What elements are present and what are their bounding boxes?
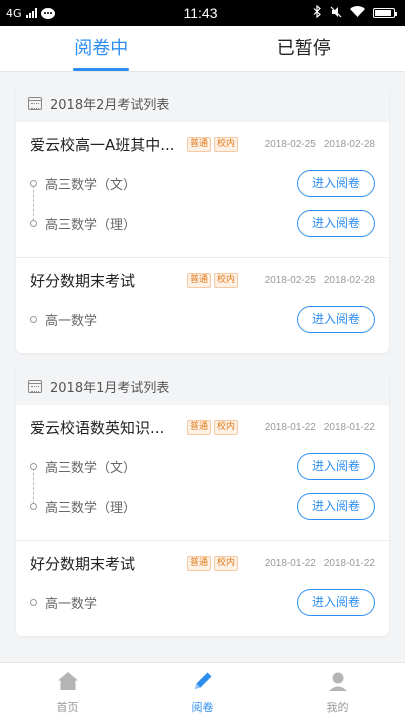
network-type: 4G (6, 6, 22, 20)
enter-grading-button[interactable]: 进入阅卷 (297, 452, 375, 480)
group-title: 2018年1月考试列表 (50, 380, 170, 396)
nav-label: 我的 (326, 700, 349, 714)
exam-title: 好分数期末考试 (30, 555, 136, 573)
exam-title: 好分数期末考试 (30, 272, 136, 290)
user-icon (326, 669, 350, 696)
calendar-icon (28, 379, 42, 393)
pen-icon (191, 669, 215, 696)
group-title: 2018年2月考试列表 (50, 97, 170, 113)
nav-label: 首页 (56, 700, 79, 714)
exam-item: 爱云校语数英知识... 普通 校内 2018-01-22 2018-01-22 … (16, 405, 389, 541)
mute-icon (330, 6, 342, 21)
enter-grading-button[interactable]: 进入阅卷 (297, 492, 375, 520)
type-badge: 普通 (187, 137, 212, 152)
subject-name: 高三数学（文） (45, 177, 137, 193)
exam-group: 2018年2月考试列表 爱云校高一A班其中... 普通 校内 2018-02-2… (16, 84, 389, 353)
status-bar: 4G 11:43 (0, 0, 405, 26)
start-date: 2018-01-22 (264, 422, 316, 433)
end-date: 2018-02-28 (323, 139, 375, 150)
subject-dot (30, 219, 37, 227)
wifi-icon (350, 6, 365, 20)
tab-bar: 阅卷中 已暂停 (0, 26, 405, 72)
tab-paused[interactable]: 已暂停 (203, 26, 405, 71)
subject-name: 高一数学 (45, 313, 98, 329)
exam-item: 爱云校高一A班其中... 普通 校内 2018-02-25 2018-02-28… (16, 122, 389, 258)
nav-label: 阅卷 (191, 700, 214, 714)
end-date: 2018-01-22 (323, 558, 375, 569)
nav-home[interactable]: 首页 (0, 663, 135, 720)
exam-title: 爱云校高一A班其中... (30, 136, 175, 154)
end-date: 2018-01-22 (323, 422, 375, 433)
scope-badge: 校内 (214, 137, 239, 152)
subject-row: 高三数学（文） 进入阅卷 (30, 163, 375, 203)
subject-dot (30, 598, 37, 606)
subject-dot (30, 462, 37, 470)
bottom-nav: 首页 阅卷 我的 (0, 662, 405, 720)
tab-grading[interactable]: 阅卷中 (0, 26, 203, 71)
home-icon (56, 669, 80, 696)
battery-icon (373, 8, 397, 18)
subject-dot (30, 179, 37, 187)
signal-icon (25, 8, 37, 18)
end-date: 2018-02-28 (323, 275, 375, 286)
group-header: 2018年1月考试列表 (16, 367, 389, 405)
bluetooth-icon (313, 4, 322, 21)
exam-list[interactable]: 2018年2月考试列表 爱云校高一A班其中... 普通 校内 2018-02-2… (0, 72, 405, 662)
subject-name: 高三数学（理） (45, 217, 137, 233)
subject-dot (30, 502, 37, 510)
subject-name: 高三数学（文） (45, 460, 137, 476)
subject-name: 高一数学 (45, 596, 98, 612)
subject-row: 高三数学（理） 进入阅卷 (30, 486, 375, 526)
enter-grading-button[interactable]: 进入阅卷 (297, 588, 375, 616)
chat-icon (40, 7, 55, 19)
exam-item: 好分数期末考试 普通 校内 2018-01-22 2018-01-22 高一数学… (16, 541, 389, 636)
enter-grading-button[interactable]: 进入阅卷 (297, 169, 375, 197)
subject-row: 高三数学（文） 进入阅卷 (30, 446, 375, 486)
exam-item: 好分数期末考试 普通 校内 2018-02-25 2018-02-28 高一数学… (16, 258, 389, 353)
subject-connector (33, 185, 34, 221)
subject-connector (33, 468, 34, 504)
scope-badge: 校内 (214, 556, 239, 571)
start-date: 2018-02-25 (264, 139, 316, 150)
start-date: 2018-01-22 (264, 558, 316, 569)
subject-row: 高三数学（理） 进入阅卷 (30, 203, 375, 243)
group-header: 2018年2月考试列表 (16, 84, 389, 122)
start-date: 2018-02-25 (264, 275, 316, 286)
subject-name: 高三数学（理） (45, 500, 137, 516)
scope-badge: 校内 (214, 420, 239, 435)
scope-badge: 校内 (214, 273, 239, 288)
exam-group: 2018年1月考试列表 爱云校语数英知识... 普通 校内 2018-01-22… (16, 367, 389, 636)
type-badge: 普通 (187, 556, 212, 571)
enter-grading-button[interactable]: 进入阅卷 (297, 209, 375, 237)
clock: 11:43 (183, 5, 218, 21)
subject-row: 高一数学 进入阅卷 (30, 299, 375, 339)
nav-grading[interactable]: 阅卷 (135, 663, 270, 720)
exam-title: 爱云校语数英知识... (30, 419, 165, 437)
nav-profile[interactable]: 我的 (270, 663, 405, 720)
type-badge: 普通 (187, 273, 212, 288)
subject-dot (30, 315, 37, 323)
calendar-icon (28, 96, 42, 110)
enter-grading-button[interactable]: 进入阅卷 (297, 305, 375, 333)
subject-row: 高一数学 进入阅卷 (30, 582, 375, 622)
type-badge: 普通 (187, 420, 212, 435)
